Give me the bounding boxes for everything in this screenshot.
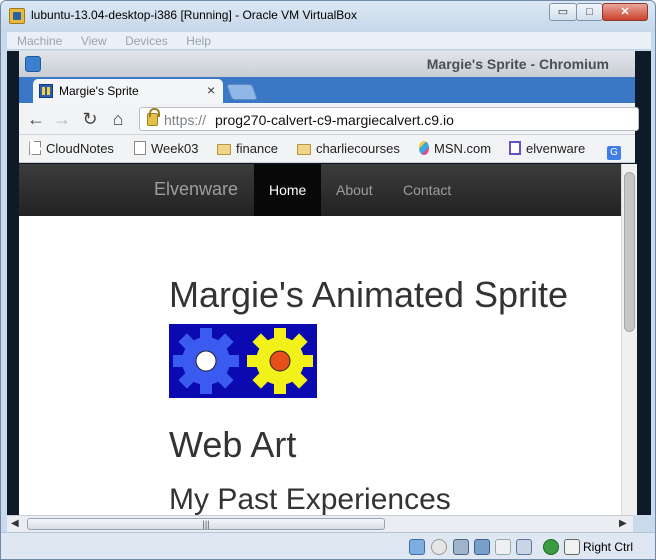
mouse-integration-icon[interactable] — [564, 539, 580, 555]
bookmark-week03[interactable]: Week03 — [134, 141, 198, 156]
bookmarks-bar: CloudNotes Week03 finance charliecourses… — [19, 135, 635, 163]
bookmark-label: Week03 — [151, 141, 199, 156]
browser-toolbar: ← → ↻ ⌂ https:// prog270-calvert-c9-marg… — [19, 103, 639, 135]
virtualization-icon[interactable] — [543, 539, 559, 555]
reload-icon[interactable]: ↻ — [79, 108, 101, 130]
bookmark-label: MSN.com — [434, 141, 492, 156]
nav-home[interactable]: Home — [254, 164, 322, 216]
chromium-window-title: Margie's Sprite - Chromium — [426, 56, 609, 72]
page-icon — [134, 141, 146, 155]
chromium-menu-icon[interactable] — [25, 56, 41, 72]
elvenware-favicon-icon — [39, 84, 53, 98]
guest-display[interactable]: Margie's Sprite - Chromium Margie's Spri… — [7, 51, 651, 515]
minimize-button[interactable]: ▭ — [549, 3, 577, 21]
tab-close-icon[interactable]: × — [207, 82, 215, 98]
horizontal-scrollbar[interactable]: ◀ ||| ▶ — [7, 515, 633, 532]
page-viewport[interactable]: Elvenware Home About Contact Margie's An… — [19, 164, 621, 515]
page-title: Margie's Animated Sprite — [169, 274, 569, 315]
yellow-gear-icon — [247, 328, 313, 394]
bookmark-label: charliecourses — [316, 141, 400, 156]
shared-folder-icon[interactable] — [495, 539, 511, 555]
bookmark-google[interactable]: G — [607, 141, 626, 160]
scroll-left-icon[interactable]: ◀ — [11, 518, 19, 529]
vertical-scrollbar[interactable] — [621, 164, 637, 515]
tab-margies-sprite[interactable]: Margie's Sprite × — [33, 79, 223, 103]
tab-title: Margie's Sprite — [59, 84, 139, 98]
scroll-right-icon[interactable]: ▶ — [619, 518, 627, 529]
bookmark-msn[interactable]: MSN.com — [419, 141, 491, 156]
virtualbox-app-icon — [9, 8, 25, 24]
msn-icon — [419, 141, 429, 155]
site-navbar: Elvenware Home About Contact — [19, 164, 621, 216]
virtualbox-menubar: Machine View Devices Help — [7, 32, 651, 50]
folder-icon — [217, 144, 231, 155]
address-bar[interactable]: https:// prog270-calvert-c9-margiecalver… — [139, 107, 639, 131]
home-icon[interactable]: ⌂ — [107, 108, 129, 130]
usb-icon[interactable] — [453, 539, 469, 555]
section-heading-past-experiences: My Past Experiences — [169, 483, 451, 515]
network-icon[interactable] — [474, 539, 490, 555]
section-heading-web-art: Web Art — [169, 424, 297, 465]
tab-strip: Margie's Sprite × — [19, 77, 635, 103]
virtualbox-window: lubuntu-13.04-desktop-i386 [Running] - O… — [0, 0, 656, 560]
url-scheme: https:// — [164, 112, 207, 128]
bookmark-label: CloudNotes — [46, 141, 114, 156]
bookmark-elvenware[interactable]: elvenware — [509, 141, 585, 156]
close-button[interactable]: ✕ — [602, 3, 648, 21]
site-brand[interactable]: Elvenware — [154, 179, 238, 200]
google-icon: G — [607, 146, 621, 160]
bookmark-label: elvenware — [526, 141, 586, 156]
virtualbox-status-bar: Right Ctrl — [1, 532, 655, 559]
new-tab-button[interactable] — [226, 84, 258, 100]
optical-drive-icon[interactable] — [431, 539, 447, 555]
back-arrow-icon[interactable]: ← — [25, 108, 47, 130]
elvenware-icon — [509, 141, 521, 155]
menu-view[interactable]: View — [81, 32, 107, 50]
host-key-label: Right Ctrl — [583, 540, 634, 554]
virtualbox-window-title: lubuntu-13.04-desktop-i386 [Running] - O… — [31, 8, 357, 22]
horizontal-scrollbar-thumb[interactable]: ||| — [27, 518, 385, 530]
forward-arrow-icon[interactable]: → — [51, 108, 73, 130]
maximize-button[interactable]: □ — [576, 3, 603, 21]
vertical-scrollbar-thumb[interactable] — [624, 172, 635, 332]
url-host: prog270-calvert-c9-margiecalvert.c9.io — [215, 112, 454, 128]
bookmark-finance[interactable]: finance — [217, 141, 278, 156]
menu-help[interactable]: Help — [186, 32, 211, 50]
lock-icon[interactable] — [147, 108, 160, 126]
menu-devices[interactable]: Devices — [125, 32, 168, 50]
bookmark-label: finance — [236, 141, 278, 156]
virtualbox-titlebar: lubuntu-13.04-desktop-i386 [Running] - O… — [1, 1, 655, 31]
animated-sprite — [169, 324, 317, 398]
blue-gear-icon — [173, 328, 239, 394]
nav-contact[interactable]: Contact — [388, 164, 466, 216]
chromium-titlebar: Margie's Sprite - Chromium — [19, 51, 635, 77]
menu-machine[interactable]: Machine — [17, 32, 62, 50]
folder-icon — [297, 144, 311, 155]
bookmark-charliecourses[interactable]: charliecourses — [297, 141, 400, 156]
nav-about[interactable]: About — [321, 164, 388, 216]
display-icon[interactable] — [516, 539, 532, 555]
hard-disk-icon[interactable] — [409, 539, 425, 555]
gears-image — [173, 328, 313, 394]
